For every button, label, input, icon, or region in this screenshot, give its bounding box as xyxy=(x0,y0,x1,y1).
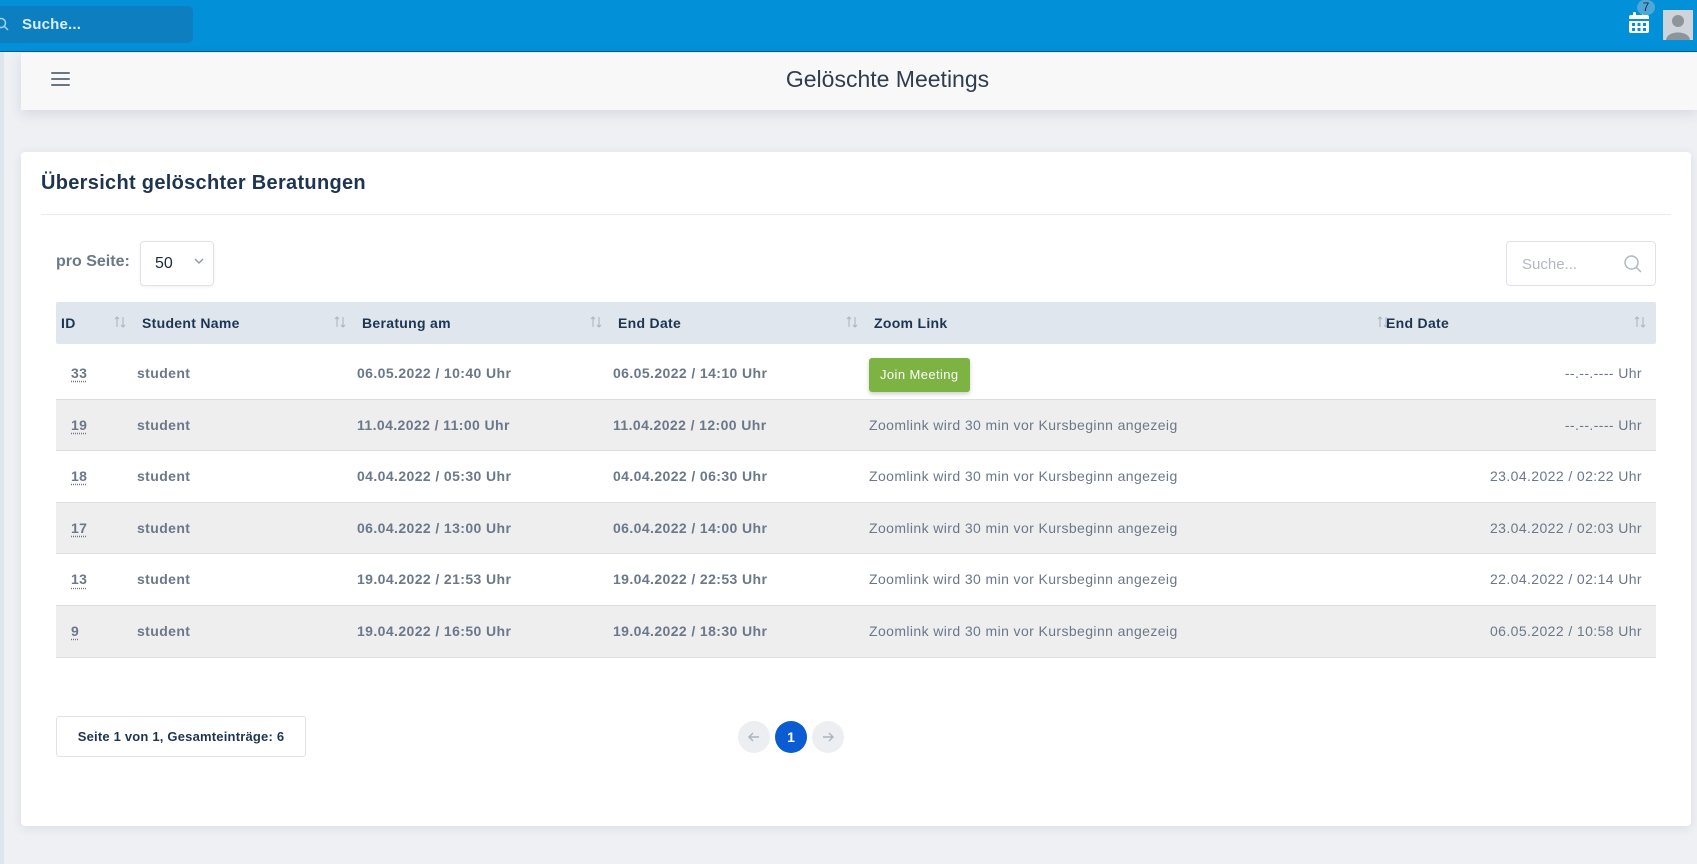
join-meeting-button[interactable]: Join Meeting xyxy=(869,358,970,392)
top-navbar: Suche... 7 xyxy=(0,0,1697,52)
row-end-date: 06.05.2022 / 14:10 Uhr xyxy=(613,365,768,381)
row-beratung-am: 06.04.2022 / 13:00 Uhr xyxy=(357,519,512,536)
header-id[interactable]: ID xyxy=(61,302,76,344)
table-row: 33 student 06.05.2022 / 10:40 Uhr 06.05.… xyxy=(56,348,1656,400)
header-beratung-am[interactable]: Beratung am xyxy=(362,302,451,344)
next-page-button[interactable] xyxy=(812,721,844,753)
row-zoom-notice: Zoomlink wird 30 min vor Kursbeginn ange… xyxy=(869,622,1178,639)
table-row: 18 student 04.04.2022 / 05:30 Uhr 04.04.… xyxy=(56,451,1656,503)
search-icon xyxy=(1624,255,1642,273)
row-beratung-am: 06.05.2022 / 10:40 Uhr xyxy=(357,365,512,381)
deleted-meetings-card: Übersicht gelöschter Beratungen pro Seit… xyxy=(21,152,1691,826)
row-zoom-cell: Join Meeting xyxy=(869,348,1069,400)
row-student-name: student xyxy=(137,365,191,381)
table-body: 33 student 06.05.2022 / 10:40 Uhr 06.05.… xyxy=(56,348,1656,658)
row-student-name: student xyxy=(137,622,191,639)
sort-icon[interactable] xyxy=(113,315,127,329)
row-end-date: 04.04.2022 / 06:30 Uhr xyxy=(613,468,768,485)
user-avatar[interactable] xyxy=(1663,10,1693,40)
arrow-right-icon xyxy=(823,732,834,742)
pagination-info: Seite 1 von 1, Gesamteinträge: 6 xyxy=(56,716,306,757)
card-title: Übersicht gelöschter Beratungen xyxy=(41,172,366,194)
arrow-left-icon xyxy=(748,732,759,742)
search-icon xyxy=(0,17,9,31)
sort-icon[interactable] xyxy=(333,315,347,329)
table-row: 19 student 11.04.2022 / 11:00 Uhr 11.04.… xyxy=(56,399,1656,452)
page-button-1[interactable]: 1 xyxy=(775,721,807,753)
row-student-name: student xyxy=(137,519,191,536)
row-end-date-2: 23.04.2022 / 02:22 Uhr xyxy=(1489,468,1642,485)
table-row: 9 student 19.04.2022 / 16:50 Uhr 19.04.2… xyxy=(56,605,1656,658)
meetings-table: ID Student Name Beratung am End Date Zoo… xyxy=(56,302,1656,658)
row-id-link[interactable]: 19 xyxy=(71,400,87,452)
row-id-link[interactable]: 9 xyxy=(71,606,79,658)
row-zoom-notice: Zoomlink wird 30 min vor Kursbeginn ange… xyxy=(869,416,1178,433)
chevron-down-icon xyxy=(194,258,204,264)
sidebar-edge xyxy=(0,52,4,864)
row-end-date: 19.04.2022 / 22:53 Uhr xyxy=(613,571,768,588)
sort-icon[interactable] xyxy=(589,315,603,329)
row-end-date-2: 23.04.2022 / 02:03 Uhr xyxy=(1489,519,1642,536)
divider xyxy=(41,214,1671,215)
header-end-date-2[interactable]: End Date xyxy=(1386,302,1449,344)
row-zoom-notice: Zoomlink wird 30 min vor Kursbeginn ange… xyxy=(869,571,1178,588)
row-beratung-am: 19.04.2022 / 16:50 Uhr xyxy=(357,622,512,639)
sort-icon[interactable] xyxy=(1633,315,1647,329)
per-page-label: pro Seite: xyxy=(56,253,130,270)
row-id-link[interactable]: 18 xyxy=(71,451,87,503)
row-end-date: 06.04.2022 / 14:00 Uhr xyxy=(613,519,768,536)
row-end-date: 19.04.2022 / 18:30 Uhr xyxy=(613,622,768,639)
row-id-link[interactable]: 13 xyxy=(71,554,87,606)
header-student-name[interactable]: Student Name xyxy=(142,302,240,344)
row-beratung-am: 04.04.2022 / 05:30 Uhr xyxy=(357,468,512,485)
row-zoom-notice: Zoomlink wird 30 min vor Kursbeginn ange… xyxy=(869,519,1178,536)
global-search-input[interactable]: Suche... xyxy=(0,6,193,43)
row-student-name: student xyxy=(137,416,191,433)
row-beratung-am: 11.04.2022 / 11:00 Uhr xyxy=(357,416,510,433)
table-row: 17 student 06.04.2022 / 13:00 Uhr 06.04.… xyxy=(56,502,1656,555)
row-student-name: student xyxy=(137,468,191,485)
calendar-badge: 7 xyxy=(1637,0,1655,15)
row-zoom-notice: Zoomlink wird 30 min vor Kursbeginn ange… xyxy=(869,468,1178,485)
row-student-name: student xyxy=(137,571,191,588)
row-end-date-2: --.--.---- Uhr xyxy=(1564,365,1642,381)
row-end-date-2: 06.05.2022 / 10:58 Uhr xyxy=(1489,622,1642,639)
row-id-link[interactable]: 33 xyxy=(71,348,87,400)
table-search-placeholder: Suche... xyxy=(1522,256,1578,273)
per-page-value: 50 xyxy=(155,255,173,272)
header-zoom-link[interactable]: Zoom Link xyxy=(874,302,947,344)
row-end-date: 11.04.2022 / 12:00 Uhr xyxy=(613,416,767,433)
prev-page-button[interactable] xyxy=(738,721,770,753)
page-title: Gelöschte Meetings xyxy=(785,66,990,92)
header-end-date[interactable]: End Date xyxy=(618,302,681,344)
page-header: Gelöschte Meetings xyxy=(21,53,1697,110)
table-search-input[interactable]: Suche... xyxy=(1506,241,1656,286)
table-row: 13 student 19.04.2022 / 21:53 Uhr 19.04.… xyxy=(56,554,1656,606)
row-end-date-2: --.--.---- Uhr xyxy=(1564,416,1642,433)
per-page-select[interactable]: 50 xyxy=(140,241,214,286)
table-header-row: ID Student Name Beratung am End Date Zoo… xyxy=(56,302,1656,344)
row-id-link[interactable]: 17 xyxy=(71,503,87,555)
global-search-placeholder: Suche... xyxy=(22,16,82,33)
sort-icon[interactable] xyxy=(845,315,859,329)
row-end-date-2: 22.04.2022 / 02:14 Uhr xyxy=(1489,571,1642,588)
avatar-silhouette-icon xyxy=(1663,10,1693,40)
row-beratung-am: 19.04.2022 / 21:53 Uhr xyxy=(357,571,512,588)
